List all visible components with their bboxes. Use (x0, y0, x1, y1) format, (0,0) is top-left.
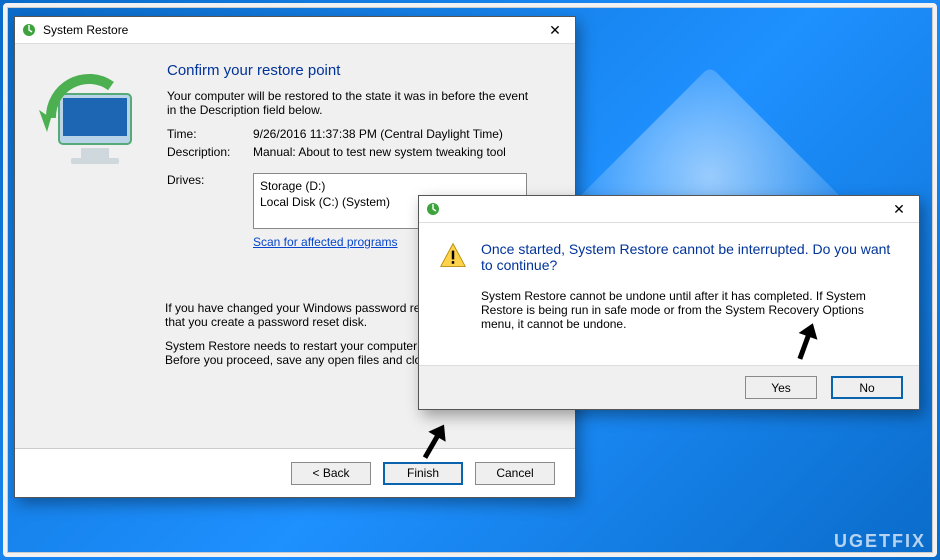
dialog-message: System Restore cannot be undone until af… (481, 289, 899, 331)
intro-text: Your computer will be restored to the st… (165, 89, 535, 117)
yes-button[interactable]: Yes (745, 376, 817, 399)
finish-button[interactable]: Finish (383, 462, 463, 485)
close-icon: ✕ (893, 202, 905, 216)
titlebar[interactable]: System Restore ✕ (15, 17, 575, 44)
wizard-button-row: < Back Finish Cancel (15, 448, 575, 497)
drive-item: Storage (D:) (260, 178, 520, 194)
watermark: UGETFIX (834, 531, 926, 552)
dialog-button-row: Yes No (419, 365, 919, 409)
back-button[interactable]: < Back (291, 462, 371, 485)
scan-affected-link[interactable]: Scan for affected programs (253, 235, 398, 249)
window-title: System Restore (43, 23, 535, 37)
cancel-button[interactable]: Cancel (475, 462, 555, 485)
system-restore-illustration (33, 56, 153, 176)
confirm-dialog: ✕ Once started, System Restore cannot be… (418, 195, 920, 410)
system-restore-icon (21, 22, 37, 38)
no-button[interactable]: No (831, 376, 903, 399)
time-label: Time: (167, 127, 253, 141)
drives-label: Drives: (167, 173, 253, 249)
description-value: Manual: About to test new system tweakin… (253, 145, 506, 159)
dialog-headline: Once started, System Restore cannot be i… (481, 241, 899, 273)
close-button[interactable]: ✕ (535, 17, 575, 43)
page-heading: Confirm your restore point (165, 62, 545, 79)
warning-icon (439, 241, 467, 273)
close-icon: ✕ (549, 23, 561, 37)
time-value: 9/26/2016 11:37:38 PM (Central Daylight … (253, 127, 503, 141)
description-label: Description: (167, 145, 253, 159)
dialog-titlebar[interactable]: ✕ (419, 196, 919, 223)
system-restore-icon (425, 201, 441, 217)
dialog-close-button[interactable]: ✕ (879, 196, 919, 222)
